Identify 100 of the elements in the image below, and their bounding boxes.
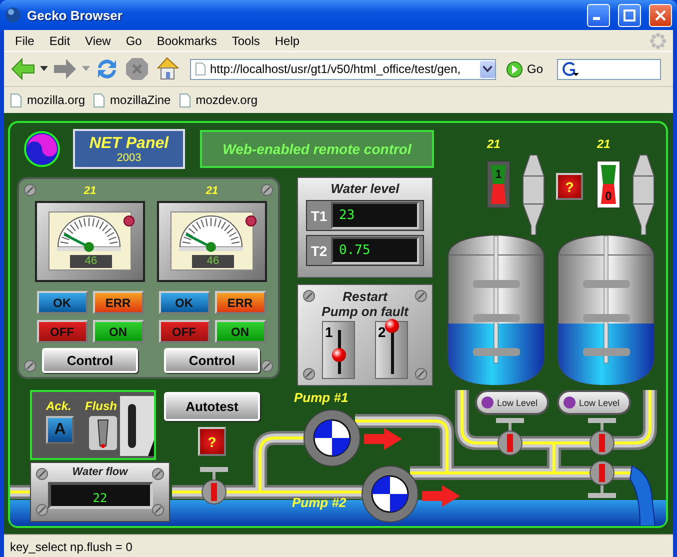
page-icon xyxy=(178,92,191,108)
page-icon xyxy=(10,92,22,108)
panel-title: Restart Pump on fault xyxy=(320,289,410,319)
screw-icon xyxy=(152,468,164,480)
bookmark-link[interactable]: mozillaZine xyxy=(93,92,171,108)
dropdown-button[interactable] xyxy=(480,60,495,78)
tank-indicator[interactable]: 0 xyxy=(597,161,620,208)
toggle-lever-icon[interactable] xyxy=(86,414,120,452)
panel-title: Water flow xyxy=(72,465,128,480)
control-button[interactable]: Control xyxy=(164,348,260,373)
flush-label: Flush xyxy=(85,399,117,413)
caret-icon[interactable] xyxy=(40,66,48,72)
switch-knob[interactable] xyxy=(385,319,399,333)
home-icon[interactable] xyxy=(154,56,180,82)
pump-icon[interactable] xyxy=(362,466,418,522)
tank-label: 21 xyxy=(487,137,500,151)
menu-item[interactable]: Edit xyxy=(42,34,78,48)
fault-button[interactable]: ? xyxy=(198,427,226,456)
gauge-reading: 46 xyxy=(192,255,234,268)
fault-button[interactable]: ? xyxy=(556,173,583,200)
status-button[interactable]: OK xyxy=(158,291,210,314)
screw-icon xyxy=(261,184,273,196)
stop-icon[interactable] xyxy=(124,56,150,82)
status-button[interactable]: ON xyxy=(92,320,144,343)
go-button[interactable]: Go xyxy=(506,60,544,78)
close-icon xyxy=(654,8,667,22)
switch-knob[interactable] xyxy=(332,348,346,362)
toggle-switch[interactable]: 2 xyxy=(375,321,408,379)
back-arrow-icon[interactable] xyxy=(10,56,36,82)
banner: Web-enabled remote control xyxy=(200,130,434,168)
menu-item[interactable]: Bookmarks xyxy=(150,34,225,48)
maximize-button[interactable] xyxy=(618,4,641,26)
window-title: Gecko Browser xyxy=(27,8,124,22)
alarm-label: Low Level xyxy=(579,398,620,408)
status-text: key_select np.flush = 0 xyxy=(10,540,132,554)
lamp-icon xyxy=(563,396,576,409)
waterfall-drawing xyxy=(630,466,656,526)
page-icon xyxy=(195,62,206,76)
logo-icon xyxy=(24,131,60,167)
pump-icon[interactable] xyxy=(304,410,360,466)
valve-icon[interactable] xyxy=(588,460,616,498)
tank-label: T2 xyxy=(310,242,328,258)
minimize-icon xyxy=(593,17,600,20)
toggle-switch[interactable]: 1 xyxy=(322,321,355,379)
search-engine-icon xyxy=(561,61,580,77)
screw-icon xyxy=(152,504,164,516)
screw-icon xyxy=(24,360,36,372)
tank-label: T1 xyxy=(310,208,328,224)
switch-label: 1 xyxy=(325,324,333,340)
status-button[interactable]: ON xyxy=(214,320,266,343)
menu-item[interactable]: Go xyxy=(118,34,150,48)
maximize-icon xyxy=(623,8,636,22)
flow-display: 22 xyxy=(48,482,152,509)
gauge-reading: 46 xyxy=(70,255,112,268)
gauge-needle xyxy=(185,233,216,252)
menu-item[interactable]: Tools xyxy=(224,34,268,48)
search-field[interactable] xyxy=(557,58,662,80)
switch-label: 2 xyxy=(378,324,386,340)
screw-icon xyxy=(24,184,36,196)
logo-year: 2003 xyxy=(116,152,142,164)
minimize-button[interactable] xyxy=(587,4,610,26)
status-button[interactable]: ERR xyxy=(214,291,266,314)
tank-label: 21 xyxy=(597,137,610,151)
slider-slot-drawing xyxy=(120,396,154,456)
valve-icon[interactable] xyxy=(200,467,228,504)
control-button[interactable]: Control xyxy=(42,348,138,373)
address-field[interactable]: http://localhost/usr/gt1/v50/html_office/test/gen, xyxy=(190,58,496,80)
bookmark-link[interactable]: mozdev.org xyxy=(178,92,258,108)
gauge-label: 21 xyxy=(206,184,218,198)
screw-icon xyxy=(415,290,427,302)
autotest-button[interactable]: Autotest xyxy=(164,392,260,421)
globe-icon xyxy=(5,7,21,23)
menu-item[interactable]: Help xyxy=(268,34,308,48)
alarm-label: Low Level xyxy=(497,398,538,408)
lamp-icon xyxy=(481,396,494,409)
screw-icon xyxy=(303,368,315,380)
gauge-needle xyxy=(63,233,94,252)
close-button[interactable] xyxy=(649,4,672,26)
ack-label: Ack. xyxy=(46,399,72,413)
level-display: 0.75 xyxy=(331,237,419,264)
menu-item[interactable]: File xyxy=(8,34,42,48)
caret-icon xyxy=(483,66,492,72)
logo-title: NET Panel xyxy=(89,134,169,152)
pump-label: Pump #1 xyxy=(294,390,348,405)
valve-icon[interactable] xyxy=(588,418,616,456)
throbber-icon xyxy=(649,32,667,50)
bookmark-link[interactable]: mozilla.org xyxy=(10,92,86,108)
ack-button[interactable]: A xyxy=(46,416,74,444)
flow-arrow-icon xyxy=(422,485,460,507)
status-button[interactable]: OK xyxy=(36,291,88,314)
screw-icon xyxy=(415,368,427,380)
valve-icon[interactable] xyxy=(496,418,524,456)
screw-icon xyxy=(36,504,48,516)
menu-item[interactable]: View xyxy=(78,34,119,48)
panel-title: Water level xyxy=(330,181,400,196)
screw-icon xyxy=(261,360,273,372)
status-button[interactable]: ERR xyxy=(92,291,144,314)
tank-indicator[interactable]: 1 xyxy=(487,161,510,208)
level-display: 23 xyxy=(331,202,419,229)
gauge-label: 21 xyxy=(84,184,96,198)
